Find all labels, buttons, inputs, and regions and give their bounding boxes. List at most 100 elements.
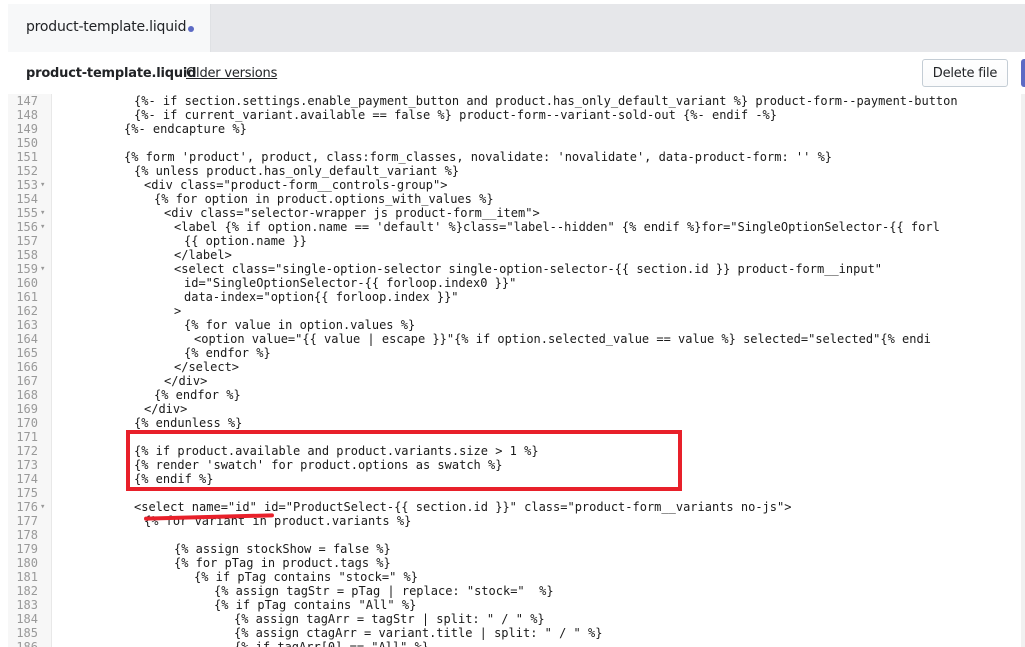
fold-chevron-icon[interactable]: ▾ (40, 178, 50, 192)
line-number: 176 (16, 500, 38, 514)
line-number: 151 (16, 150, 38, 164)
code-line[interactable]: 184 {% assign tagArr = tagStr | split: " … (8, 612, 1025, 626)
line-number: 157 (16, 234, 38, 248)
line-number: 154 (16, 192, 38, 206)
line-number: 171 (16, 430, 38, 444)
code-text: <option value="{{ value | escape }}"{% i… (194, 332, 931, 346)
code-line[interactable]: 158 </label> (8, 248, 1025, 262)
line-number: 155 (16, 206, 38, 220)
code-text: {% assign stockShow = false %} (174, 542, 391, 556)
code-text: {% form 'product', product, class:form_c… (124, 150, 833, 164)
line-number: 175 (16, 486, 38, 500)
code-text: {%- if section.settings.enable_payment_b… (134, 94, 958, 108)
code-line[interactable]: 186 {% if tagArr[0] == "All" %} (8, 640, 1025, 647)
code-text: {% if pTag contains "stock=" %} (194, 570, 418, 584)
line-number: 160 (16, 276, 38, 290)
highlight-annotation (126, 430, 682, 491)
code-text: data-index="option{{ forloop.index }}" (184, 290, 459, 304)
code-line[interactable]: 153 ▾ <div class="product-form__controls-g… (8, 178, 1025, 192)
line-number: 147 (16, 94, 38, 108)
line-number: 177 (16, 514, 38, 528)
code-line[interactable]: 180 {% for pTag in product.tags %} (8, 556, 1025, 570)
line-number: 178 (16, 528, 38, 542)
code-line[interactable]: 149 {%- endcapture %} (8, 122, 1025, 136)
line-number: 174 (16, 472, 38, 486)
vertical-scrollbar[interactable] (1021, 94, 1025, 647)
code-line[interactable]: 165 {% endfor %} (8, 346, 1025, 360)
code-text: {%- endcapture %} (124, 122, 247, 136)
line-number: 159 (16, 262, 38, 276)
code-line[interactable]: 166 </select> (8, 360, 1025, 374)
code-line[interactable]: 157 {{ option.name }} (8, 234, 1025, 248)
code-line[interactable]: 148 {%- if current_variant.available == f… (8, 108, 1025, 122)
line-number: 182 (16, 584, 38, 598)
tab-product-template[interactable]: product-template.liquid (8, 4, 211, 52)
code-text: {% assign ctagArr = variant.title | spli… (234, 626, 603, 640)
code-line[interactable]: 151 {% form 'product', product, class:for… (8, 150, 1025, 164)
code-text: </div> (164, 374, 208, 388)
code-line[interactable]: 159 ▾ <select class="single-option-selecto… (8, 262, 1025, 276)
line-number: 164 (16, 332, 38, 346)
code-text: {% assign tagArr = tagStr | split: " / "… (234, 612, 545, 626)
code-text: {% endfor %} (154, 388, 241, 402)
code-text: <div class="product-form__controls-group… (144, 178, 448, 192)
line-number: 180 (16, 556, 38, 570)
code-text: {% unless product.has_only_default_varia… (134, 164, 460, 178)
fold-chevron-icon[interactable]: ▾ (40, 220, 50, 234)
code-lines: 147 {%- if section.settings.enable_paymen… (8, 94, 1025, 647)
line-number: 152 (16, 164, 38, 178)
line-number: 184 (16, 612, 38, 626)
code-text: {% for value in option.values %} (184, 318, 416, 332)
code-text: {% if pTag contains "All" %} (214, 598, 417, 612)
fold-chevron-icon[interactable]: ▾ (40, 262, 50, 276)
code-line[interactable]: 185 {% assign ctagArr = variant.title | s… (8, 626, 1025, 640)
delete-file-button[interactable]: Delete file (922, 59, 1008, 87)
code-editor[interactable]: 147 {%- if section.settings.enable_paymen… (8, 94, 1025, 647)
code-line[interactable]: 179 {% assign stockShow = false %} (8, 542, 1025, 556)
code-line[interactable]: 162 > (8, 304, 1025, 318)
line-number: 170 (16, 416, 38, 430)
line-number: 172 (16, 444, 38, 458)
code-line[interactable]: 183 {% if pTag contains "All" %} (8, 598, 1025, 612)
line-number: 168 (16, 388, 38, 402)
code-line[interactable]: 170 {% endunless %} (8, 416, 1025, 430)
fold-chevron-icon[interactable]: ▾ (40, 500, 50, 514)
code-line[interactable]: 155 ▾ <div class="selector-wrapper js prod… (8, 206, 1025, 220)
code-line[interactable]: 164 <option value="{{ value | escape }}"{… (8, 332, 1025, 346)
code-text: {% for option in product.options_with_va… (154, 192, 494, 206)
code-line[interactable]: 156 ▾ <label {% if option.name == 'default… (8, 220, 1025, 234)
line-number: 167 (16, 374, 38, 388)
unsaved-dot-icon (188, 26, 194, 32)
code-text: {% if tagArr[0] == "All" %} (234, 640, 430, 647)
code-text: {%- if current_variant.available == fals… (134, 108, 777, 122)
line-number: 156 (16, 220, 38, 234)
code-text: </label> (174, 248, 232, 262)
code-line[interactable]: 161 data-index="option{{ forloop.index }}… (8, 290, 1025, 304)
file-header: product-template.liquid Older versions D… (8, 52, 1025, 94)
code-line[interactable]: 150 (8, 136, 1025, 150)
save-button[interactable] (1021, 59, 1025, 87)
code-line[interactable]: 167 </div> (8, 374, 1025, 388)
code-line[interactable]: 168 {% endfor %} (8, 388, 1025, 402)
fold-chevron-icon[interactable]: ▾ (40, 206, 50, 220)
line-number: 166 (16, 360, 38, 374)
code-line[interactable]: 163 {% for value in option.values %} (8, 318, 1025, 332)
code-line[interactable]: 154 {% for option in product.options_with… (8, 192, 1025, 206)
line-number: 162 (16, 304, 38, 318)
code-line[interactable]: 160 id="SingleOptionSelector-{{ forloop.i… (8, 276, 1025, 290)
code-line[interactable]: 182 {% assign tagStr = pTag | replace: "s… (8, 584, 1025, 598)
file-name: product-template.liquid (26, 66, 197, 81)
code-line[interactable]: 181 {% if pTag contains "stock=" %} (8, 570, 1025, 584)
code-line[interactable]: 169 </div> (8, 402, 1025, 416)
code-line[interactable]: 176 ▾ <select name="id" id="ProductSelect-… (8, 500, 1025, 514)
code-text: id="SingleOptionSelector-{{ forloop.inde… (184, 276, 517, 290)
code-text: <div class="selector-wrapper js product-… (164, 206, 540, 220)
line-number: 163 (16, 318, 38, 332)
older-versions-link[interactable]: Older versions (186, 66, 277, 81)
line-number: 173 (16, 458, 38, 472)
code-line[interactable]: 178 (8, 528, 1025, 542)
code-text: <label {% if option.name == 'default' %}… (174, 220, 940, 234)
code-line[interactable]: 152 {% unless product.has_only_default_va… (8, 164, 1025, 178)
code-line[interactable]: 147 {%- if section.settings.enable_paymen… (8, 94, 1025, 108)
line-number: 169 (16, 402, 38, 416)
